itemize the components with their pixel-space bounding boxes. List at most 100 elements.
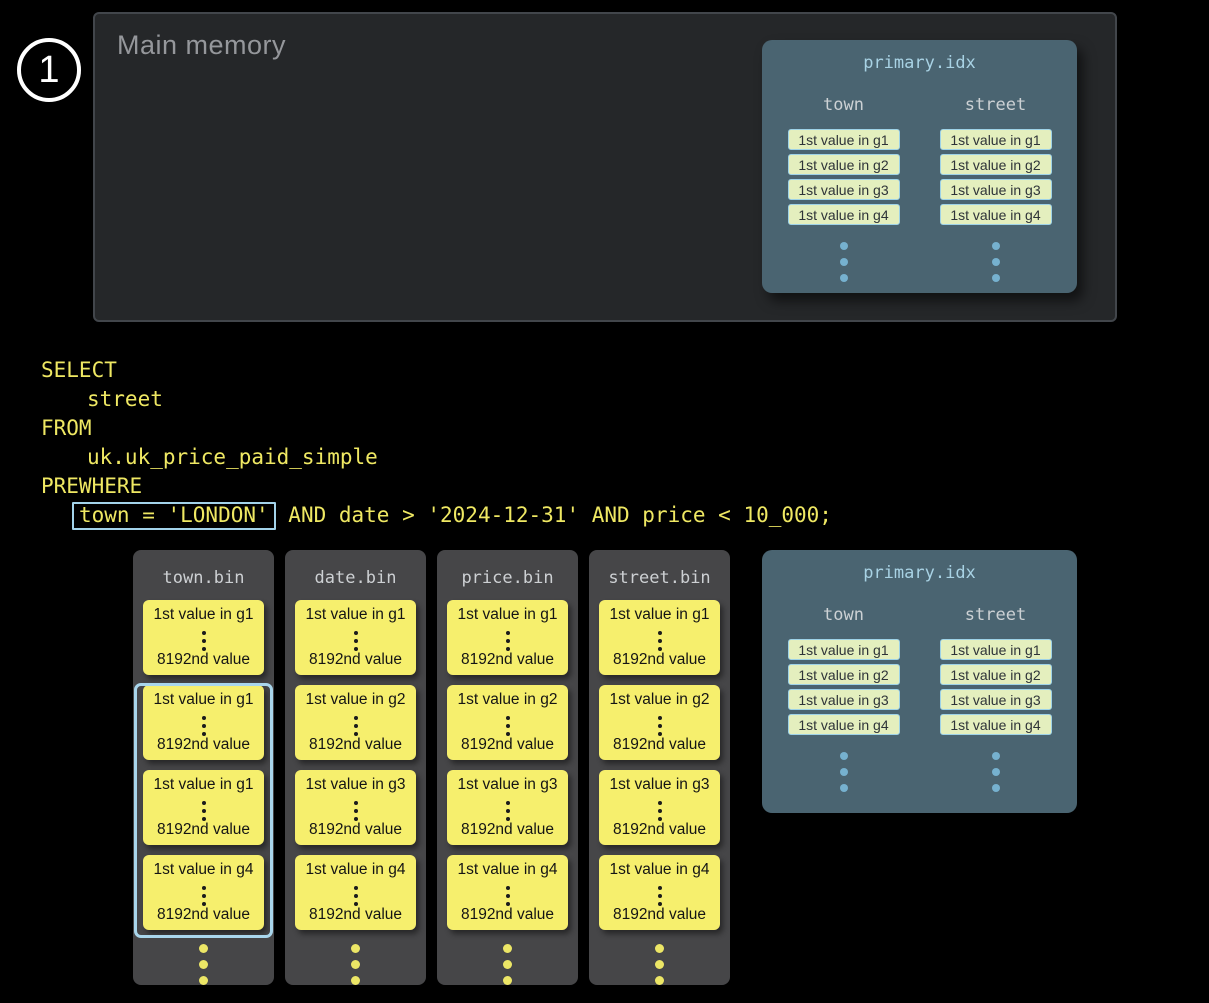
granule-first-value: 1st value in g3 xyxy=(447,776,568,794)
granule-last-value: 8192nd value xyxy=(295,651,416,669)
granule-last-value: 8192nd value xyxy=(447,906,568,924)
primary-index-panel-memory: primary.idx town 1st value in g1 1st val… xyxy=(762,40,1077,293)
granule-first-value: 1st value in g4 xyxy=(447,861,568,879)
granule-last-value: 8192nd value xyxy=(447,736,568,754)
granule-ellipsis-icon xyxy=(354,631,358,635)
granule-ellipsis-icon xyxy=(658,631,662,635)
granule-box: 1st value in g1 8192nd value xyxy=(599,600,720,675)
index-entry: 1st value in g3 xyxy=(788,689,900,710)
selected-granules-highlight-border xyxy=(134,683,273,938)
bin-column-price: price.bin 1st value in g1 8192nd value 1… xyxy=(437,550,578,985)
step-number: 1 xyxy=(38,49,59,92)
index-entry: 1st value in g2 xyxy=(788,664,900,685)
index-entry: 1st value in g1 xyxy=(940,639,1052,660)
granule-box: 1st value in g1 8192nd value xyxy=(143,600,264,675)
bin-column-header: date.bin xyxy=(285,568,426,588)
granule-last-value: 8192nd value xyxy=(295,736,416,754)
prewhere-highlight-box: town = 'LONDON' xyxy=(72,502,276,530)
sql-table-name: uk.uk_price_paid_simple xyxy=(41,443,832,472)
primary-index-columns: town 1st value in g1 1st value in g2 1st… xyxy=(762,95,1077,250)
index-entry: 1st value in g3 xyxy=(940,179,1052,200)
granule-last-value: 8192nd value xyxy=(143,651,264,669)
index-column-street: street 1st value in g1 1st value in g2 1… xyxy=(934,605,1058,760)
granule-ellipsis-icon xyxy=(506,801,510,805)
granule-ellipsis-icon xyxy=(202,631,206,635)
bin-column-date: date.bin 1st value in g1 8192nd value 1s… xyxy=(285,550,426,985)
index-entry: 1st value in g1 xyxy=(940,129,1052,150)
granule-box: 1st value in g1 8192nd value xyxy=(295,600,416,675)
granule-first-value: 1st value in g1 xyxy=(295,606,416,624)
granule-box: 1st value in g4 8192nd value xyxy=(295,855,416,930)
index-entry: 1st value in g4 xyxy=(788,204,900,225)
index-entry: 1st value in g3 xyxy=(940,689,1052,710)
bin-column-header: street.bin xyxy=(589,568,730,588)
granule-first-value: 1st value in g4 xyxy=(295,861,416,879)
index-column-header: street xyxy=(965,605,1026,625)
index-column-header: town xyxy=(823,95,864,115)
granule-box: 1st value in g2 8192nd value xyxy=(599,685,720,760)
granule-last-value: 8192nd value xyxy=(447,651,568,669)
primary-index-title: primary.idx xyxy=(762,550,1077,584)
vertical-ellipsis-icon xyxy=(655,944,664,953)
granule-box: 1st value in g4 8192nd value xyxy=(447,855,568,930)
granule-last-value: 8192nd value xyxy=(295,821,416,839)
sql-query: SELECT street FROM uk.uk_price_paid_simp… xyxy=(41,356,832,530)
granule-last-value: 8192nd value xyxy=(599,821,720,839)
prewhere-rest: AND date > '2024-12-31' AND price < 10_0… xyxy=(276,503,832,527)
diagram-stage: 1 Main memory primary.idx town 1st value… xyxy=(0,0,1209,1003)
index-entry: 1st value in g1 xyxy=(788,129,900,150)
vertical-ellipsis-icon xyxy=(199,944,208,953)
main-memory-label: Main memory xyxy=(117,30,286,61)
granule-ellipsis-icon xyxy=(506,631,510,635)
index-column-town: town 1st value in g1 1st value in g2 1st… xyxy=(782,95,906,250)
vertical-ellipsis-icon xyxy=(840,242,848,250)
granule-last-value: 8192nd value xyxy=(295,906,416,924)
sql-prewhere-condition: town = 'LONDON' AND date > '2024-12-31' … xyxy=(41,501,832,530)
granule-box: 1st value in g3 8192nd value xyxy=(599,770,720,845)
granule-first-value: 1st value in g3 xyxy=(599,776,720,794)
index-column-street: street 1st value in g1 1st value in g2 1… xyxy=(934,95,1058,250)
index-entry: 1st value in g4 xyxy=(788,714,900,735)
granule-first-value: 1st value in g1 xyxy=(599,606,720,624)
granule-first-value: 1st value in g1 xyxy=(143,606,264,624)
granule-ellipsis-icon xyxy=(506,886,510,890)
vertical-ellipsis-icon xyxy=(503,944,512,953)
sql-prewhere-keyword: PREWHERE xyxy=(41,472,832,501)
granule-last-value: 8192nd value xyxy=(447,821,568,839)
index-entry: 1st value in g2 xyxy=(940,664,1052,685)
index-entry: 1st value in g2 xyxy=(788,154,900,175)
sql-select-column: street xyxy=(41,385,832,414)
granule-first-value: 1st value in g4 xyxy=(599,861,720,879)
vertical-ellipsis-icon xyxy=(992,752,1000,760)
vertical-ellipsis-icon xyxy=(992,242,1000,250)
granule-box: 1st value in g3 8192nd value xyxy=(447,770,568,845)
granule-ellipsis-icon xyxy=(506,716,510,720)
primary-index-title: primary.idx xyxy=(762,40,1077,74)
vertical-ellipsis-icon xyxy=(351,944,360,953)
step-number-badge: 1 xyxy=(17,38,81,102)
bin-column-header: town.bin xyxy=(133,568,274,588)
index-entry: 1st value in g1 xyxy=(788,639,900,660)
index-entry: 1st value in g2 xyxy=(940,154,1052,175)
granule-ellipsis-icon xyxy=(658,886,662,890)
index-entry: 1st value in g4 xyxy=(940,204,1052,225)
granule-last-value: 8192nd value xyxy=(599,906,720,924)
index-entry: 1st value in g4 xyxy=(940,714,1052,735)
granule-ellipsis-icon xyxy=(658,716,662,720)
granule-first-value: 1st value in g2 xyxy=(295,691,416,709)
granule-first-value: 1st value in g2 xyxy=(447,691,568,709)
granule-first-value: 1st value in g3 xyxy=(295,776,416,794)
granule-ellipsis-icon xyxy=(354,716,358,720)
granule-box: 1st value in g2 8192nd value xyxy=(447,685,568,760)
granule-box: 1st value in g1 8192nd value xyxy=(447,600,568,675)
primary-index-panel-disk: primary.idx town 1st value in g1 1st val… xyxy=(762,550,1077,813)
index-column-header: street xyxy=(965,95,1026,115)
granule-box: 1st value in g2 8192nd value xyxy=(295,685,416,760)
index-column-town: town 1st value in g1 1st value in g2 1st… xyxy=(782,605,906,760)
bin-column-header: price.bin xyxy=(437,568,578,588)
granule-first-value: 1st value in g2 xyxy=(599,691,720,709)
vertical-ellipsis-icon xyxy=(840,752,848,760)
index-column-header: town xyxy=(823,605,864,625)
granule-first-value: 1st value in g1 xyxy=(447,606,568,624)
primary-index-columns: town 1st value in g1 1st value in g2 1st… xyxy=(762,605,1077,760)
